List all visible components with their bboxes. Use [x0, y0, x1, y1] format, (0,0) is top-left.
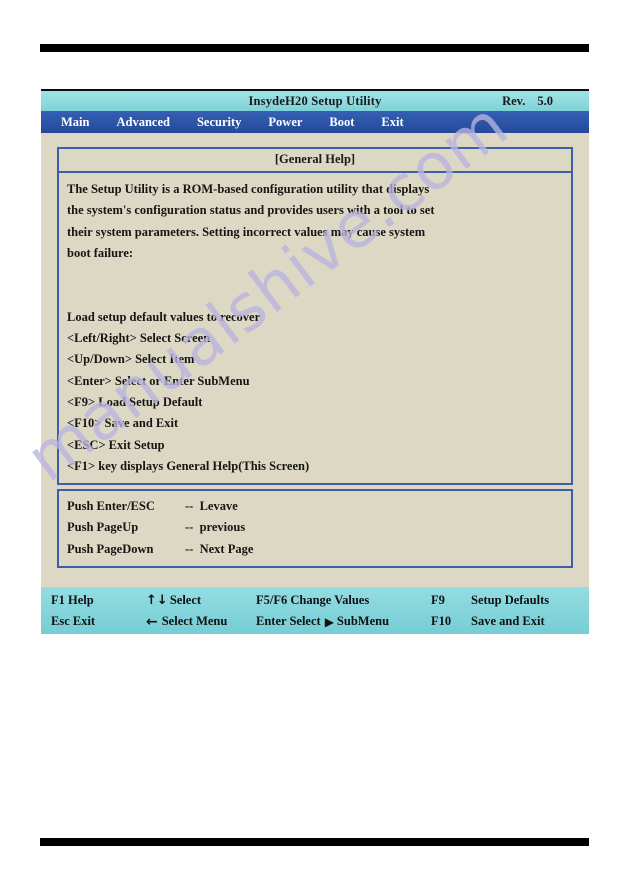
- general-help-title: [General Help]: [59, 149, 571, 173]
- menu-item-security[interactable]: Security: [197, 115, 241, 130]
- help-line: <F10> Save and Exit: [67, 416, 179, 431]
- menu-item-exit[interactable]: Exit: [381, 115, 403, 130]
- help-line: <Up/Down> Select Item: [67, 352, 195, 367]
- bios-footer-legend: F1 Help ↑ ↓ Select F5/F6 Change Values F…: [41, 587, 589, 634]
- help-line: <F1> key displays General Help(This Scre…: [67, 458, 310, 473]
- bios-menu-bar: Main Advanced Security Power Boot Exit: [41, 111, 589, 133]
- footer-legend-row-1: F1 Help ↑ ↓ Select F5/F6 Change Values F…: [41, 590, 589, 611]
- bios-revision-value: 5.0: [537, 94, 553, 108]
- push-key-desc: -- Levave: [185, 499, 238, 513]
- footer-select-label: Select: [169, 593, 202, 607]
- bios-body: [General Help] The Setup Utility is a RO…: [41, 133, 589, 576]
- bios-revision-label: Rev.: [502, 94, 526, 108]
- menu-item-main[interactable]: Main: [61, 115, 89, 130]
- push-key-panel: Push Enter/ESC -- Levave Push PageUp -- …: [57, 489, 573, 568]
- footer-esc-exit[interactable]: Esc Exit: [51, 614, 146, 629]
- help-line: <Left/Right> Select Screen: [67, 331, 211, 346]
- menu-item-boot[interactable]: Boot: [329, 115, 354, 130]
- bios-revision: Rev. 5.0: [502, 94, 553, 109]
- footer-f10-key[interactable]: F10: [431, 614, 471, 629]
- general-help-content: The Setup Utility is a ROM-based configu…: [59, 173, 571, 483]
- push-key-row: Push PageDown -- Next Page: [67, 539, 563, 560]
- push-key-desc: -- previous: [185, 520, 246, 535]
- arrow-down-icon: ↓: [156, 593, 168, 608]
- help-line-spacer: [67, 285, 563, 306]
- help-line: <F9> Load Setup Default: [67, 394, 203, 409]
- page-rule-top: [40, 44, 589, 52]
- help-line: their system parameters. Setting incorre…: [67, 224, 426, 239]
- footer-save-and-exit[interactable]: Save and Exit: [471, 614, 545, 629]
- bios-setup-screen: InsydeH20 Setup Utility Rev. 5.0 Main Adv…: [41, 89, 589, 634]
- arrow-up-icon: ↑: [146, 593, 157, 608]
- arrow-left-icon: ←: [146, 613, 158, 630]
- help-line: boot failure:: [67, 245, 134, 260]
- help-line: <Enter> Select or Enter SubMenu: [67, 373, 250, 388]
- help-line: the system's configuration status and pr…: [67, 203, 435, 218]
- footer-setup-defaults[interactable]: Setup Defaults: [471, 593, 549, 608]
- help-line-spacer: [67, 264, 563, 285]
- footer-enter-select-label: Enter Select: [256, 614, 321, 628]
- push-key-row: Push Enter/ESC -- Levave: [67, 496, 563, 517]
- help-line: The Setup Utility is a ROM-based configu…: [67, 182, 430, 196]
- push-key-label: Push PageDown: [67, 541, 154, 556]
- help-line: <ESC> Exit Setup: [67, 437, 165, 452]
- footer-submenu-label: SubMenu: [336, 614, 390, 628]
- footer-select-menu[interactable]: ← Select Menu: [146, 614, 256, 629]
- push-key-label: Push PageUp: [67, 520, 139, 535]
- footer-legend-row-2: Esc Exit ← Select Menu Enter Select ▶ Su…: [41, 611, 589, 632]
- footer-f9-key[interactable]: F9: [431, 593, 471, 608]
- push-key-desc: -- Next Page: [185, 541, 254, 556]
- menu-item-advanced[interactable]: Advanced: [116, 115, 169, 130]
- page-rule-bottom: [40, 838, 589, 846]
- help-line: Load setup default values to recover: [67, 309, 261, 324]
- push-key-label: Push Enter/ESC: [67, 499, 155, 513]
- push-key-row: Push PageUp -- previous: [67, 517, 563, 538]
- footer-select-item[interactable]: ↑ ↓ Select: [146, 593, 256, 608]
- footer-f1-help[interactable]: F1 Help: [51, 593, 146, 608]
- footer-change-values[interactable]: F5/F6 Change Values: [256, 593, 431, 608]
- bios-title-bar: InsydeH20 Setup Utility Rev. 5.0: [41, 89, 589, 111]
- menu-item-power[interactable]: Power: [268, 115, 302, 130]
- footer-enter-submenu[interactable]: Enter Select ▶ SubMenu: [256, 614, 431, 629]
- footer-select-menu-label: Select Menu: [161, 614, 228, 628]
- general-help-panel: [General Help] The Setup Utility is a RO…: [57, 147, 573, 485]
- triangle-right-icon: ▶: [324, 614, 334, 629]
